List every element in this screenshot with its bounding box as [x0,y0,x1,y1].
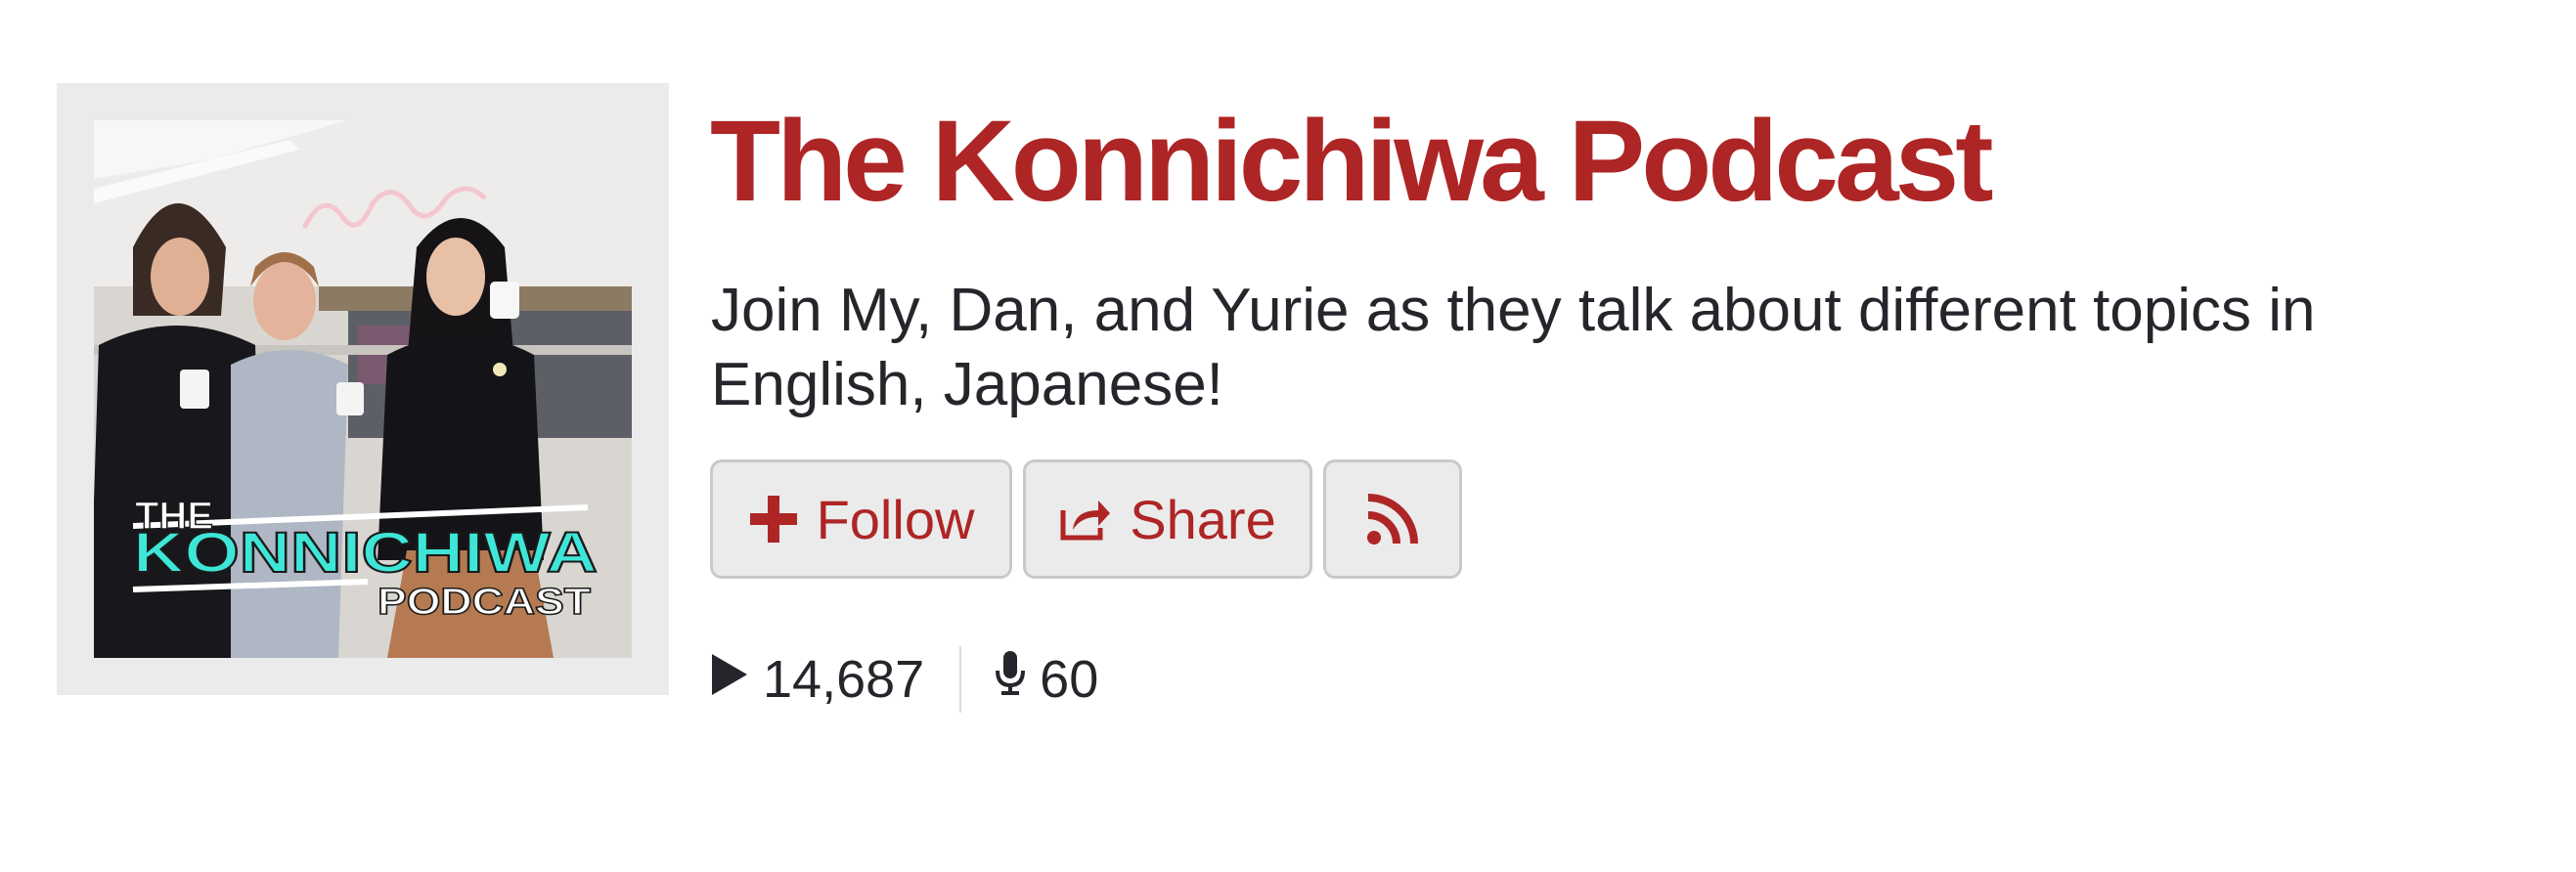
cover-logo-line3: PODCAST [378,582,591,623]
cover-illustration: THE KONNICHIWA PODCAST [94,120,632,658]
follow-button[interactable]: Follow [710,459,1012,579]
plays-stat: 14,687 [710,649,924,710]
share-button-label: Share [1130,488,1276,550]
rss-button[interactable] [1323,459,1462,579]
share-icon [1059,497,1112,542]
episodes-stat: 60 [995,649,1098,711]
podcast-description: Join My, Dan, and Yurie as they talk abo… [711,277,2316,418]
cover-logo-line2: KONNICHIWA [133,521,598,585]
podcast-cover-image: THE KONNICHIWA PODCAST [94,120,632,658]
rss-icon [1365,492,1420,546]
follow-button-label: Follow [816,488,975,550]
podcast-stats: 14,687 60 [710,645,1098,714]
share-button[interactable]: Share [1023,459,1312,579]
plus-icon [748,494,799,545]
play-icon [710,649,749,710]
podcast-title: The Konnichiwa Podcast [710,97,1994,226]
microphone-icon [995,649,1026,711]
podcast-cover-frame: THE KONNICHIWA PODCAST [57,83,669,695]
stats-divider [959,646,962,713]
episodes-count: 60 [1040,650,1099,709]
plays-count: 14,687 [763,650,925,709]
